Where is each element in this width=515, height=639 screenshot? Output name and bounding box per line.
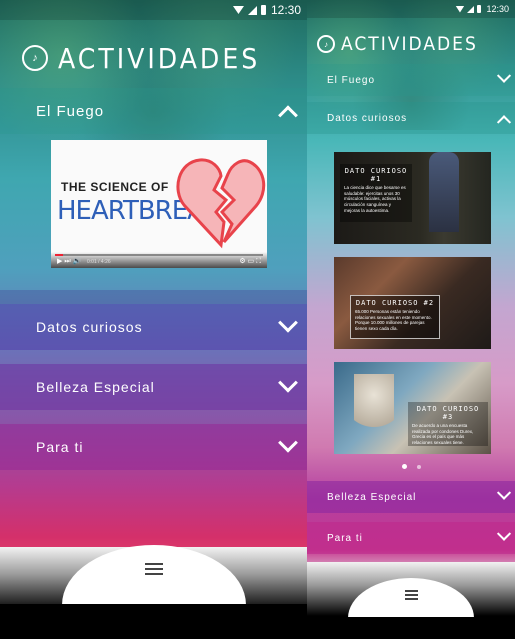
dato-textbox: DATO CURIOSO #2 65.000 Personas están te… — [350, 295, 440, 339]
chevron-down-icon — [496, 485, 512, 500]
section-datos-curiosos[interactable]: Datos curiosos — [307, 102, 515, 134]
app-header: ♪ ACTIVIDADES — [22, 38, 307, 78]
section-label: Datos curiosos — [36, 319, 143, 335]
app-header: ♪ ACTIVIDADES — [317, 30, 515, 58]
chevron-up-icon — [278, 105, 298, 126]
dato-text: De acuerdo a una encuesta realizada por … — [412, 423, 474, 445]
video-line1: THE SCIENCE OF — [61, 180, 169, 194]
couple-photo — [429, 152, 459, 232]
signal-icon — [247, 5, 257, 15]
video-player[interactable]: THE SCIENCE OF HEARTBREAK ▶ ⏭ 🔊 0:01 / 4… — [51, 140, 267, 268]
section-datos-curiosos[interactable]: Datos curiosos — [0, 304, 307, 350]
hamburger-menu-icon — [404, 590, 418, 618]
video-controls: ▶ ⏭ 🔊 0:01 / 4:26 ⚙ ▭ ⛶ — [51, 252, 267, 268]
battery-icon — [260, 5, 266, 15]
dato-text: 65.000 Personas están teniendo relacione… — [355, 309, 432, 331]
guitar-logo-icon: ♪ — [317, 35, 335, 53]
nav-area — [307, 617, 515, 639]
video-progress-fill — [55, 254, 64, 256]
dato-title: DATO CURIOSO #2 — [355, 299, 435, 307]
signal-icon — [467, 5, 475, 13]
section-belleza-especial[interactable]: Belleza Especial — [307, 481, 515, 513]
wifi-icon — [232, 6, 244, 14]
page-title: ACTIVIDADES — [341, 33, 478, 55]
dato-textbox: DATO CURIOSO #3 De acuerdo a una encuest… — [408, 402, 488, 446]
section-label: El Fuego — [36, 102, 105, 120]
section-label: Para ti — [327, 532, 363, 544]
video-progress-track[interactable] — [55, 254, 263, 256]
section-para-ti[interactable]: Para ti — [0, 424, 307, 470]
dato-textbox: DATO CURIOSO #1 La ciencia dice que besa… — [340, 164, 412, 222]
dato-title: DATO CURIOSO #3 — [416, 405, 480, 421]
section-para-ti[interactable]: Para ti — [307, 522, 515, 554]
right-screen: 12:30 ♪ ACTIVIDADES El Fuego Datos curio… — [307, 0, 515, 639]
chevron-down-icon — [496, 68, 512, 83]
chevron-down-icon — [278, 312, 298, 333]
dato-card-2[interactable]: DATO CURIOSO #2 65.000 Personas están te… — [334, 257, 491, 349]
dato-title: DATO CURIOSO #1 — [344, 167, 408, 183]
page-title: ACTIVIDADES — [58, 41, 261, 75]
chevron-down-icon — [496, 526, 512, 541]
section-label: Belleza Especial — [327, 491, 417, 503]
statue-photo — [354, 374, 394, 444]
section-el-fuego[interactable]: El Fuego — [0, 88, 307, 134]
wifi-icon — [455, 5, 465, 13]
chevron-down-icon — [278, 372, 298, 393]
status-bar: 12:30 — [0, 0, 307, 20]
broken-heart-icon — [176, 158, 266, 249]
guitar-logo-icon: ♪ — [22, 45, 48, 71]
fullscreen-icon[interactable]: ⚙ ▭ ⛶ — [239, 257, 261, 266]
section-el-fuego[interactable]: El Fuego — [307, 64, 515, 96]
nav-area — [0, 604, 307, 639]
section-label: Para ti — [36, 439, 84, 455]
status-time: 12:30 — [270, 3, 301, 17]
status-time: 12:30 — [486, 4, 509, 14]
divider — [0, 290, 307, 304]
section-belleza-especial[interactable]: Belleza Especial — [0, 364, 307, 410]
video-time: 0:01 / 4:26 — [87, 259, 111, 265]
section-label: Belleza Especial — [36, 379, 155, 395]
pager-dot[interactable] — [416, 465, 421, 469]
chevron-down-icon — [278, 432, 298, 453]
left-screen: 12:30 ♪ ACTIVIDADES El Fuego THE SCIENCE… — [0, 0, 307, 639]
section-label: El Fuego — [327, 74, 376, 86]
chevron-up-icon — [496, 115, 512, 130]
play-icon[interactable]: ▶ ⏭ 🔊 — [57, 257, 81, 266]
battery-icon — [477, 5, 482, 13]
dato-card-3[interactable]: DATO CURIOSO #3 De acuerdo a una encuest… — [334, 362, 491, 454]
pager-dot-active[interactable] — [401, 464, 407, 469]
section-label: Datos curiosos — [327, 112, 408, 124]
status-bar: 12:30 — [307, 0, 515, 18]
hamburger-menu-icon — [144, 563, 163, 605]
dato-card-1[interactable]: DATO CURIOSO #1 La ciencia dice que besa… — [334, 152, 491, 244]
pager-dots — [307, 464, 515, 469]
dato-text: La ciencia dice que besarse es saludable… — [344, 185, 406, 213]
